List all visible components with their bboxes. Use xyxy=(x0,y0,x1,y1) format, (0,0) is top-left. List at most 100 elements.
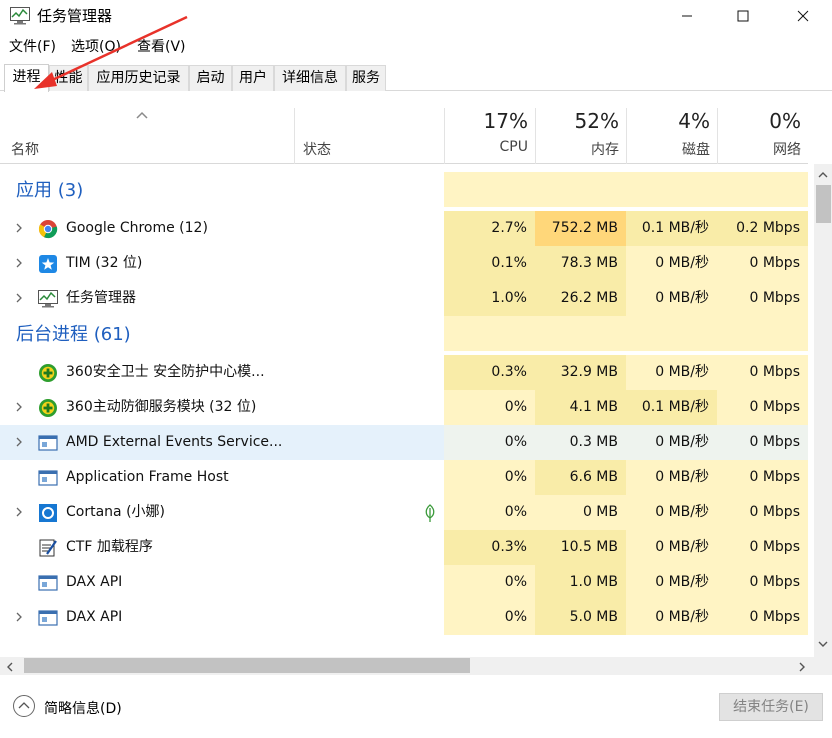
column-memory[interactable]: 内存 xyxy=(535,139,619,159)
menu-options[interactable]: 选项(O) xyxy=(71,36,121,58)
cell-cpu: 0% xyxy=(444,600,535,635)
cpu-percent[interactable]: 17% xyxy=(444,109,528,133)
chevron-right-icon[interactable] xyxy=(14,401,24,413)
process-row[interactable]: AMD External Events Service... 0% 0.3 MB 0 … xyxy=(0,425,808,460)
close-button[interactable] xyxy=(780,0,826,32)
vertical-scroll-thumb[interactable] xyxy=(816,185,831,223)
group-header: 后台进程 (61) xyxy=(0,316,808,351)
chevron-up-circle-icon xyxy=(12,694,36,722)
column-name[interactable]: 名称 xyxy=(11,139,39,159)
sort-up-icon[interactable] xyxy=(135,108,149,124)
group-label: 后台进程 (61) xyxy=(16,324,131,345)
group-cell-bg xyxy=(444,316,535,351)
process-name: Google Chrome (12) xyxy=(66,220,208,236)
group-cell-bg xyxy=(444,172,535,207)
column-network[interactable]: 网络 xyxy=(717,139,801,159)
task-manager-icon xyxy=(38,289,58,309)
process-row[interactable]: 360主动防御服务模块 (32 位) 0% 4.1 MB 0.1 MB/秒 0 Mbps xyxy=(0,390,808,425)
chevron-right-icon[interactable] xyxy=(14,222,24,234)
footer: 简略信息(D) 结束任务(E) xyxy=(0,688,832,728)
process-row[interactable]: CTF 加载程序 0.3% 10.5 MB 0 MB/秒 0 Mbps xyxy=(0,530,808,565)
cell-mem: 26.2 MB xyxy=(535,281,626,316)
process-name: 360安全卫士 安全防护中心模... xyxy=(66,364,265,380)
cell-disk: 0 MB/秒 xyxy=(626,460,717,495)
process-row[interactable]: Google Chrome (12) 2.7% 752.2 MB 0.1 MB/秒 0.… xyxy=(0,211,808,246)
title-bar: 任务管理器 xyxy=(0,0,832,33)
cell-cpu: 0% xyxy=(444,565,535,600)
process-row[interactable]: TIM (32 位) 0.1% 78.3 MB 0 MB/秒 0 Mbps xyxy=(0,246,808,281)
cell-cpu: 0.1% xyxy=(444,246,535,281)
tab-details[interactable]: 详细信息 xyxy=(274,65,346,91)
process-name: Cortana (小娜) xyxy=(66,504,165,520)
window-title: 任务管理器 xyxy=(37,7,113,25)
tab-processes[interactable]: 进程 xyxy=(4,64,49,92)
cell-net: 0 Mbps xyxy=(717,495,808,530)
chevron-right-icon[interactable] xyxy=(14,436,24,448)
cell-cpu: 0% xyxy=(444,390,535,425)
network-percent[interactable]: 0% xyxy=(717,109,801,133)
tab-users[interactable]: 用户 xyxy=(232,65,274,91)
menu-view[interactable]: 查看(V) xyxy=(137,36,186,58)
menu-file[interactable]: 文件(F) xyxy=(9,36,56,58)
process-name: TIM (32 位) xyxy=(66,255,143,271)
maximize-button[interactable] xyxy=(720,0,766,32)
chevron-right-icon[interactable] xyxy=(14,257,24,269)
process-name: 任务管理器 xyxy=(66,290,136,306)
column-disk[interactable]: 磁盘 xyxy=(626,139,710,159)
cell-cpu: 0.3% xyxy=(444,530,535,565)
disk-percent[interactable]: 4% xyxy=(626,109,710,133)
cell-disk: 0 MB/秒 xyxy=(626,246,717,281)
process-row[interactable]: 任务管理器 1.0% 26.2 MB 0 MB/秒 0 Mbps xyxy=(0,281,808,316)
cell-mem: 752.2 MB xyxy=(535,211,626,246)
cell-disk: 0 MB/秒 xyxy=(626,425,717,460)
cell-mem: 78.3 MB xyxy=(535,246,626,281)
process-name: 360主动防御服务模块 (32 位) xyxy=(66,399,257,415)
chrome-icon xyxy=(38,219,58,239)
group-cell-bg xyxy=(535,316,626,351)
cell-net: 0 Mbps xyxy=(717,246,808,281)
process-row[interactable]: DAX API 0% 1.0 MB 0 MB/秒 0 Mbps xyxy=(0,565,808,600)
chevron-right-icon[interactable] xyxy=(14,611,24,623)
cell-mem: 0.3 MB xyxy=(535,425,626,460)
column-divider[interactable] xyxy=(294,108,295,164)
fewer-details-label: 简略信息(D) xyxy=(44,701,122,717)
vertical-scrollbar[interactable] xyxy=(814,164,832,657)
service-icon xyxy=(38,468,58,488)
chevron-right-icon[interactable] xyxy=(14,506,24,518)
service-icon xyxy=(38,433,58,453)
group-cell-bg xyxy=(626,172,717,207)
process-row[interactable]: Cortana (小娜) 0% 0 MB 0 MB/秒 0 Mbps xyxy=(0,495,808,530)
horizontal-scroll-thumb[interactable] xyxy=(24,658,470,673)
tab-performance[interactable]: 性能 xyxy=(49,65,88,91)
fewer-details-button[interactable]: 简略信息(D) xyxy=(12,694,122,722)
end-task-button[interactable]: 结束任务(E) xyxy=(719,693,823,721)
cell-disk: 0 MB/秒 xyxy=(626,530,717,565)
cell-mem: 6.6 MB xyxy=(535,460,626,495)
column-cpu[interactable]: CPU xyxy=(444,139,528,155)
memory-percent[interactable]: 52% xyxy=(535,109,619,133)
group-cell-bg xyxy=(717,316,808,351)
scroll-corner xyxy=(814,657,832,675)
column-status[interactable]: 状态 xyxy=(303,139,331,159)
process-row[interactable]: Application Frame Host 0% 6.6 MB 0 MB/秒 0 Mb… xyxy=(0,460,808,495)
process-row[interactable]: DAX API 0% 5.0 MB 0 MB/秒 0 Mbps xyxy=(0,600,808,635)
cell-mem: 1.0 MB xyxy=(535,565,626,600)
cell-cpu: 1.0% xyxy=(444,281,535,316)
minimize-button[interactable] xyxy=(664,0,710,32)
360-icon xyxy=(38,363,58,383)
process-list: 应用 (3) Google Chrome (12) 2.7% 752.2 MB 0.1 … xyxy=(0,164,808,657)
cell-net: 0 Mbps xyxy=(717,565,808,600)
tab-bar: 进程 性能 应用历史记录 启动 用户 详细信息 服务 xyxy=(0,64,832,92)
tim-icon xyxy=(38,254,58,274)
process-row[interactable]: 360安全卫士 安全防护中心模... 0.3% 32.9 MB 0 MB/秒 0 Mbp… xyxy=(0,355,808,390)
group-cell-bg xyxy=(626,316,717,351)
tab-services[interactable]: 服务 xyxy=(346,65,386,91)
tab-app-history[interactable]: 应用历史记录 xyxy=(88,65,189,91)
chevron-right-icon[interactable] xyxy=(14,292,24,304)
cell-disk: 0 MB/秒 xyxy=(626,565,717,600)
group-label: 应用 (3) xyxy=(16,180,84,201)
menu-bar: 文件(F) 选项(O) 查看(V) xyxy=(0,36,832,58)
cell-mem: 10.5 MB xyxy=(535,530,626,565)
cell-net: 0 Mbps xyxy=(717,460,808,495)
tab-startup[interactable]: 启动 xyxy=(189,65,232,91)
